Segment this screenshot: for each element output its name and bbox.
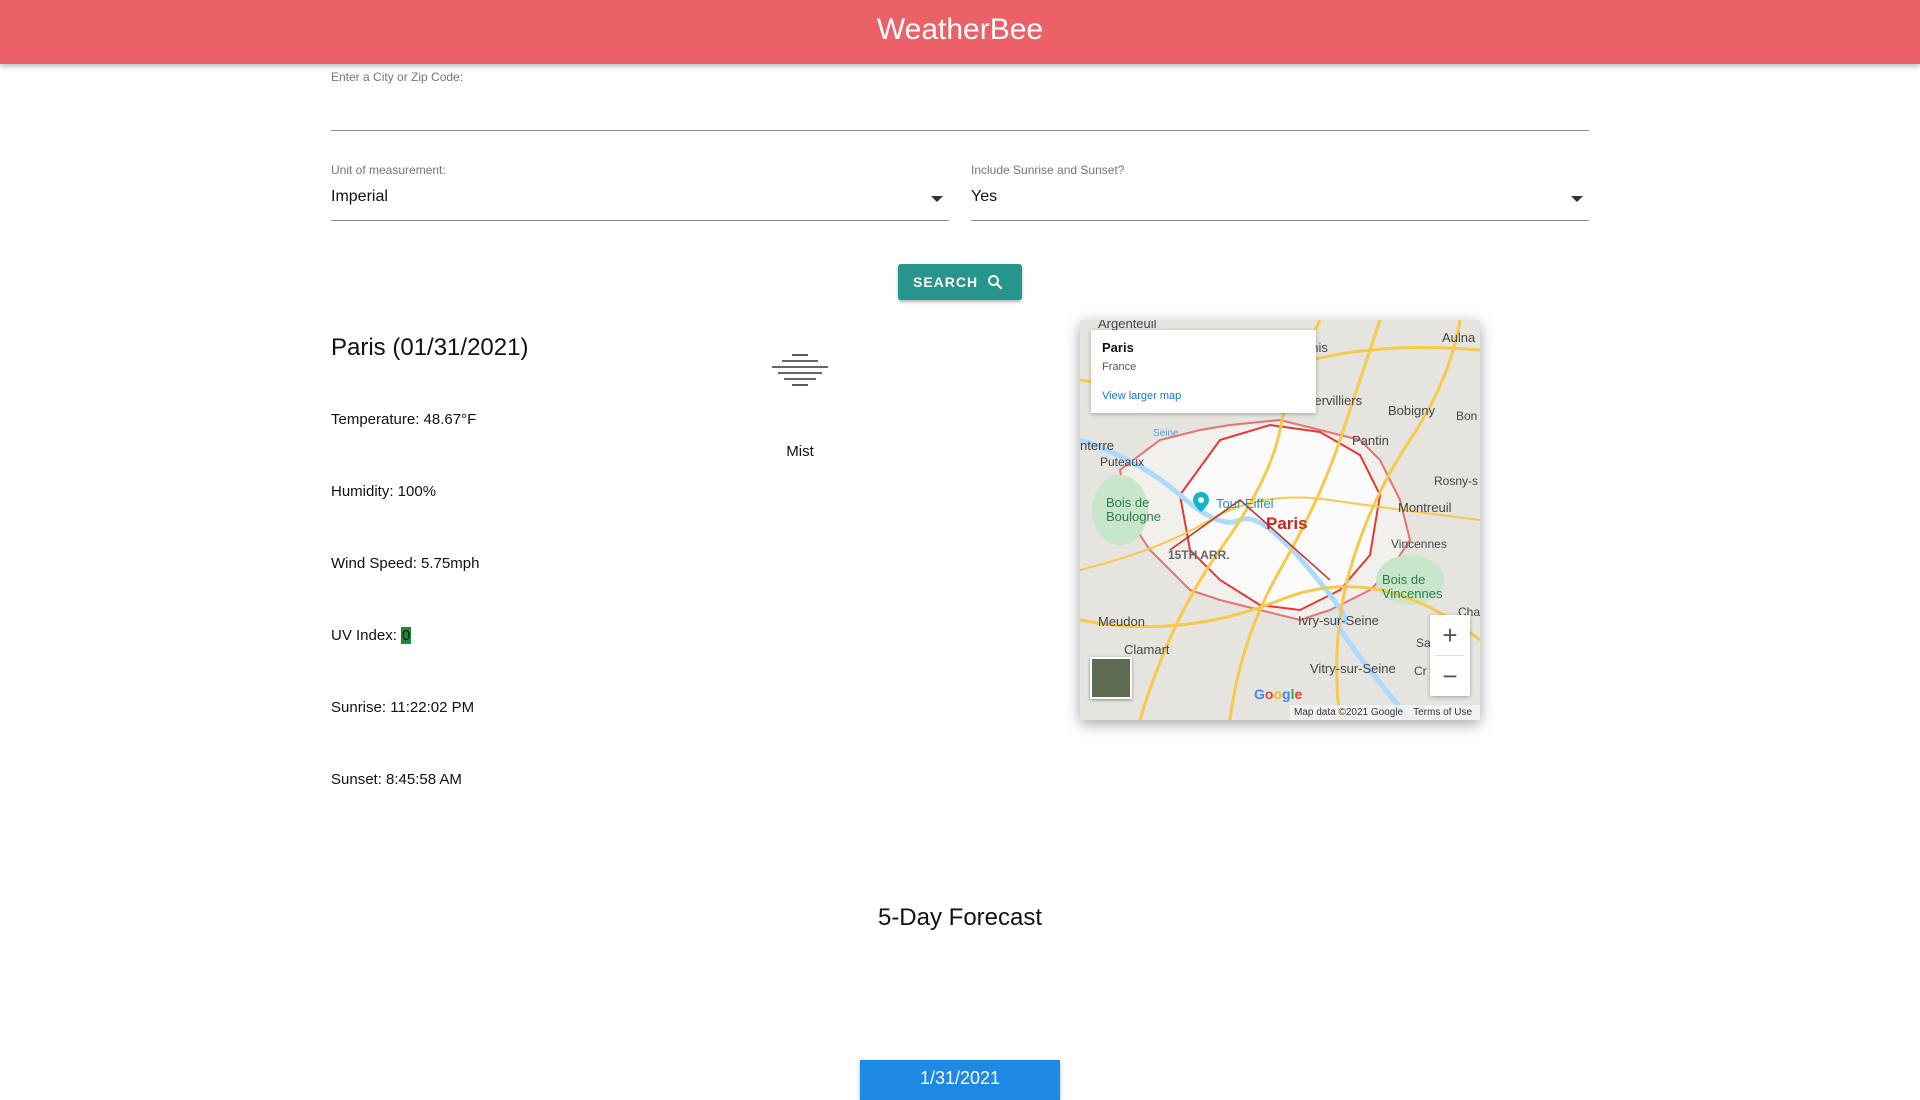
zoom-out-button[interactable]: − [1430, 656, 1470, 696]
map-label-bon: Bon [1456, 409, 1478, 423]
city-input[interactable] [331, 92, 1589, 130]
units-select-value: Imperial [331, 188, 388, 205]
map-info-subtitle: France [1102, 361, 1137, 373]
forecast-title: 5-Day Forecast [877, 904, 1043, 931]
map-label-puteaux: Puteaux [1100, 455, 1145, 469]
map-city-label: Paris [1266, 514, 1308, 533]
zoom-in-button[interactable]: + [1430, 615, 1470, 655]
sunrise-select-value: Yes [971, 188, 998, 205]
app-title: WeatherBee [876, 13, 1044, 46]
humidity-text: Humidity: 100% [331, 483, 437, 500]
units-label: Unit of measurement: [331, 163, 446, 177]
map-attribution: Map data ©2021 Google Terms of Use [1290, 705, 1480, 720]
map-label-aulna: Aulna [1442, 330, 1476, 345]
satellite-toggle-button[interactable] [1090, 657, 1132, 699]
view-larger-map-link[interactable]: View larger map [1102, 390, 1181, 402]
map-embed[interactable]: Argenteuil Aulna enis ubervilliers Bobig… [1080, 320, 1480, 720]
map-label-vitry: Vitry-sur-Seine [1310, 661, 1396, 676]
wind-speed-text: Wind Speed: 5.75mph [331, 555, 480, 572]
map-pin-icon [1193, 492, 1209, 512]
forecast-day-date: 1/31/2021 [919, 1068, 1001, 1088]
weather-condition-text: Mist [786, 443, 814, 460]
terms-of-use-link[interactable]: Terms of Use [1413, 707, 1472, 718]
uv-index-text: UV Index: 0 [331, 627, 412, 644]
map-label-bois-de-boulogne: Bois de Boulogne [1106, 495, 1161, 524]
map-data-credit: Map data ©2021 Google [1294, 707, 1404, 718]
map-label-pantin: Pantin [1352, 433, 1389, 448]
city-input-label: Enter a City or Zip Code: [331, 70, 464, 84]
city-input-underline [331, 130, 1589, 131]
forecast-day-card: 1/31/2021 [860, 1060, 1060, 1100]
sunset-text: Sunset: 8:45:58 AM [331, 771, 462, 788]
sunrise-option-label: Include Sunrise and Sunset? [971, 163, 1125, 177]
map-label-montreuil: Montreuil [1398, 500, 1452, 515]
map-label-seine: Seine [1153, 428, 1179, 439]
map-info-title: Paris [1102, 340, 1134, 355]
search-button[interactable]: SEARCH [898, 264, 1022, 300]
uv-index-label: UV Index: [331, 627, 402, 644]
sunrise-text: Sunrise: 11:22:02 PM [331, 699, 475, 716]
search-button-label: SEARCH [913, 274, 979, 290]
units-select[interactable]: Imperial [331, 184, 949, 220]
chevron-down-icon [1571, 196, 1583, 202]
temperature-text: Temperature: 48.67°F [331, 411, 477, 428]
current-city-title: Paris (01/31/2021) [331, 334, 529, 361]
app-bar: WeatherBee [0, 0, 1920, 64]
map-label-clamart: Clamart [1124, 642, 1170, 657]
google-logo: Google [1254, 686, 1303, 702]
uv-index-badge: 0 [401, 627, 412, 644]
chevron-down-icon [931, 196, 943, 202]
map-label-cr: Cr [1414, 664, 1427, 678]
map-label-tour-eiffel: Tour Eiffel [1216, 496, 1274, 511]
search-icon [988, 275, 1003, 290]
map-label-meudon: Meudon [1098, 614, 1145, 629]
map-label-bobigny: Bobigny [1388, 403, 1435, 418]
map-label-bois-de-vincennes: Bois de Vincennes [1382, 572, 1443, 601]
units-select-underline [331, 220, 949, 221]
map-label-vincennes: Vincennes [1391, 537, 1447, 551]
mist-icon [772, 354, 828, 386]
sunrise-select-underline [971, 220, 1589, 221]
map-label-15th-arr: 15TH ARR. [1168, 548, 1230, 562]
sunrise-select[interactable]: Yes [971, 184, 1589, 220]
map-info-window: Paris France View larger map [1091, 330, 1316, 413]
map-label-rosny: Rosny-s [1434, 474, 1479, 488]
map-label-ivry: Ivry-sur-Seine [1298, 613, 1379, 628]
map-label-nterre: nterre [1080, 438, 1114, 453]
map-zoom-control: + − [1430, 615, 1470, 696]
